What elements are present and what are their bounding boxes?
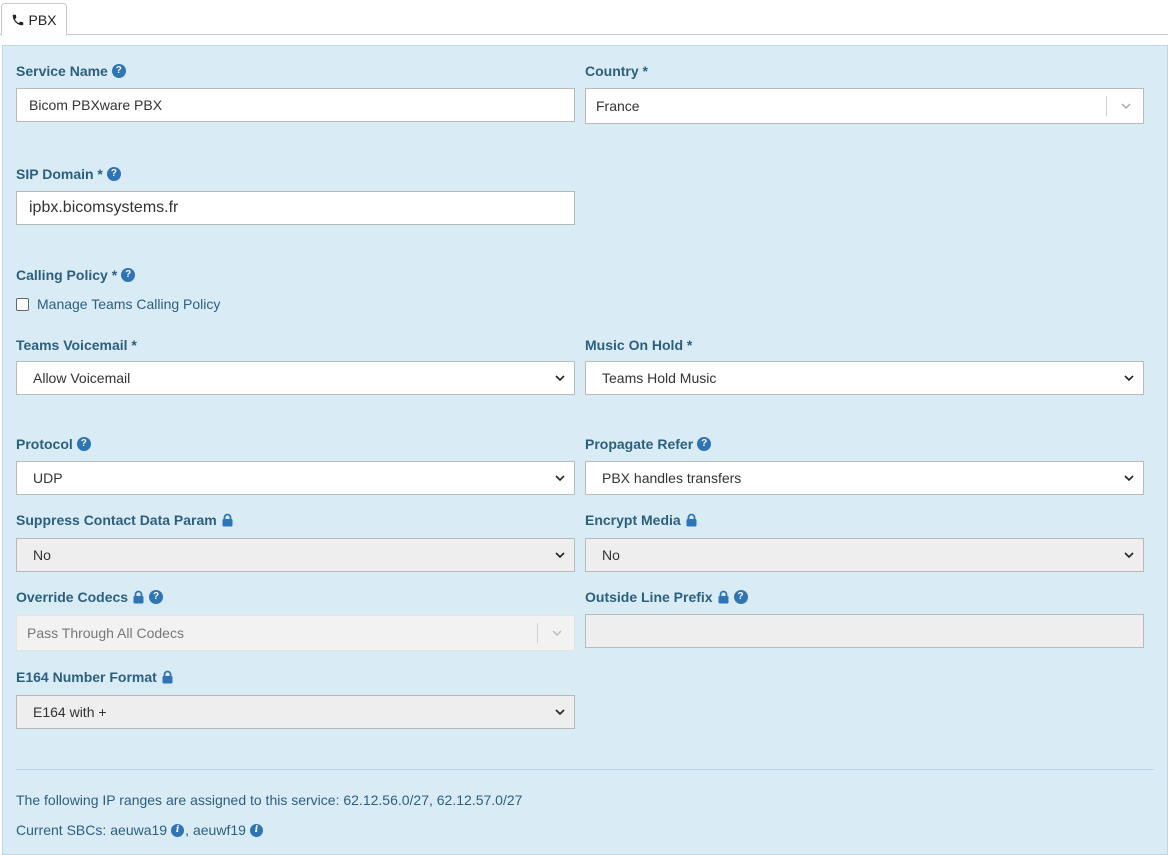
teams-voicemail-label: Teams Voicemail *: [16, 337, 137, 353]
propagate-refer-select[interactable]: PBX handles transfers: [585, 461, 1144, 495]
service-name-label: Service Name ?: [16, 63, 126, 79]
protocol-label: Protocol ?: [16, 436, 91, 452]
help-icon[interactable]: ?: [733, 590, 748, 604]
tab-pbx[interactable]: PBX: [1, 3, 67, 36]
lock-icon: [686, 513, 697, 527]
chevron-down-icon: [1124, 375, 1134, 382]
e164-format-label: E164 Number Format: [16, 669, 174, 685]
service-name-input[interactable]: Bicom PBXware PBX: [16, 88, 575, 122]
phone-icon: [13, 14, 24, 25]
manage-calling-policy-checkbox[interactable]: [16, 297, 29, 311]
lock-icon: [162, 670, 173, 684]
teams-voicemail-select[interactable]: Allow Voicemail: [16, 361, 575, 395]
help-icon[interactable]: ?: [121, 268, 136, 282]
lock-icon: [133, 590, 144, 604]
help-icon[interactable]: ?: [697, 437, 712, 451]
country-select[interactable]: France: [585, 88, 1144, 124]
help-icon[interactable]: ?: [76, 437, 91, 451]
override-codecs-select[interactable]: Pass Through All Codecs: [16, 615, 575, 651]
protocol-select[interactable]: UDP: [16, 461, 575, 495]
ip-ranges-note: The following IP ranges are assigned to …: [16, 792, 523, 808]
help-icon[interactable]: ?: [111, 64, 126, 78]
e164-format-select[interactable]: E164 with +: [16, 695, 575, 729]
chevron-down-icon: [555, 375, 565, 382]
chevron-down-icon: [555, 709, 565, 716]
sbc-name: aeuwa19: [110, 822, 168, 838]
lock-icon: [718, 590, 729, 604]
music-on-hold-select[interactable]: Teams Hold Music: [585, 361, 1144, 395]
tab-label: PBX: [28, 11, 57, 28]
encrypt-media-label: Encrypt Media: [585, 512, 698, 528]
info-icon[interactable]: i: [249, 823, 263, 837]
current-sbcs-note: Current SBCs: aeuwa19 i, aeuwf19 i: [16, 822, 263, 838]
help-icon[interactable]: ?: [149, 590, 164, 604]
info-icon[interactable]: i: [171, 823, 185, 837]
calling-policy-label: Calling Policy * ?: [16, 267, 136, 283]
footer-divider: [16, 769, 1154, 770]
tab-bar: PBX: [0, 0, 1168, 36]
sip-domain-label: SIP Domain * ?: [16, 166, 121, 182]
override-codecs-label: Override Codecs ?: [16, 589, 164, 605]
chevron-down-icon: [555, 475, 565, 482]
chevron-down-icon: [555, 552, 565, 559]
music-on-hold-label: Music On Hold *: [585, 337, 693, 353]
lock-icon: [222, 513, 233, 527]
outside-line-prefix-label: Outside Line Prefix ?: [585, 589, 748, 605]
suppress-contact-label: Suppress Contact Data Param: [16, 512, 234, 528]
manage-calling-policy-row: Manage Teams Calling Policy: [16, 296, 220, 312]
select-separator: [1106, 96, 1107, 116]
outside-line-prefix-input[interactable]: [585, 614, 1144, 648]
chevron-down-icon: [552, 630, 562, 637]
sbc-name: aeuwf19: [192, 822, 246, 838]
country-label: Country *: [585, 63, 648, 79]
help-icon[interactable]: ?: [106, 167, 121, 181]
chevron-down-icon: [1121, 103, 1131, 110]
suppress-contact-select[interactable]: No: [16, 538, 575, 572]
select-separator: [537, 623, 538, 643]
manage-calling-policy-label[interactable]: Manage Teams Calling Policy: [37, 296, 220, 312]
chevron-down-icon: [1124, 475, 1134, 482]
encrypt-media-select[interactable]: No: [585, 538, 1144, 572]
propagate-refer-label: Propagate Refer ?: [585, 436, 712, 452]
sip-domain-input[interactable]: ipbx.bicomsystems.fr: [16, 191, 575, 225]
chevron-down-icon: [1124, 552, 1134, 559]
